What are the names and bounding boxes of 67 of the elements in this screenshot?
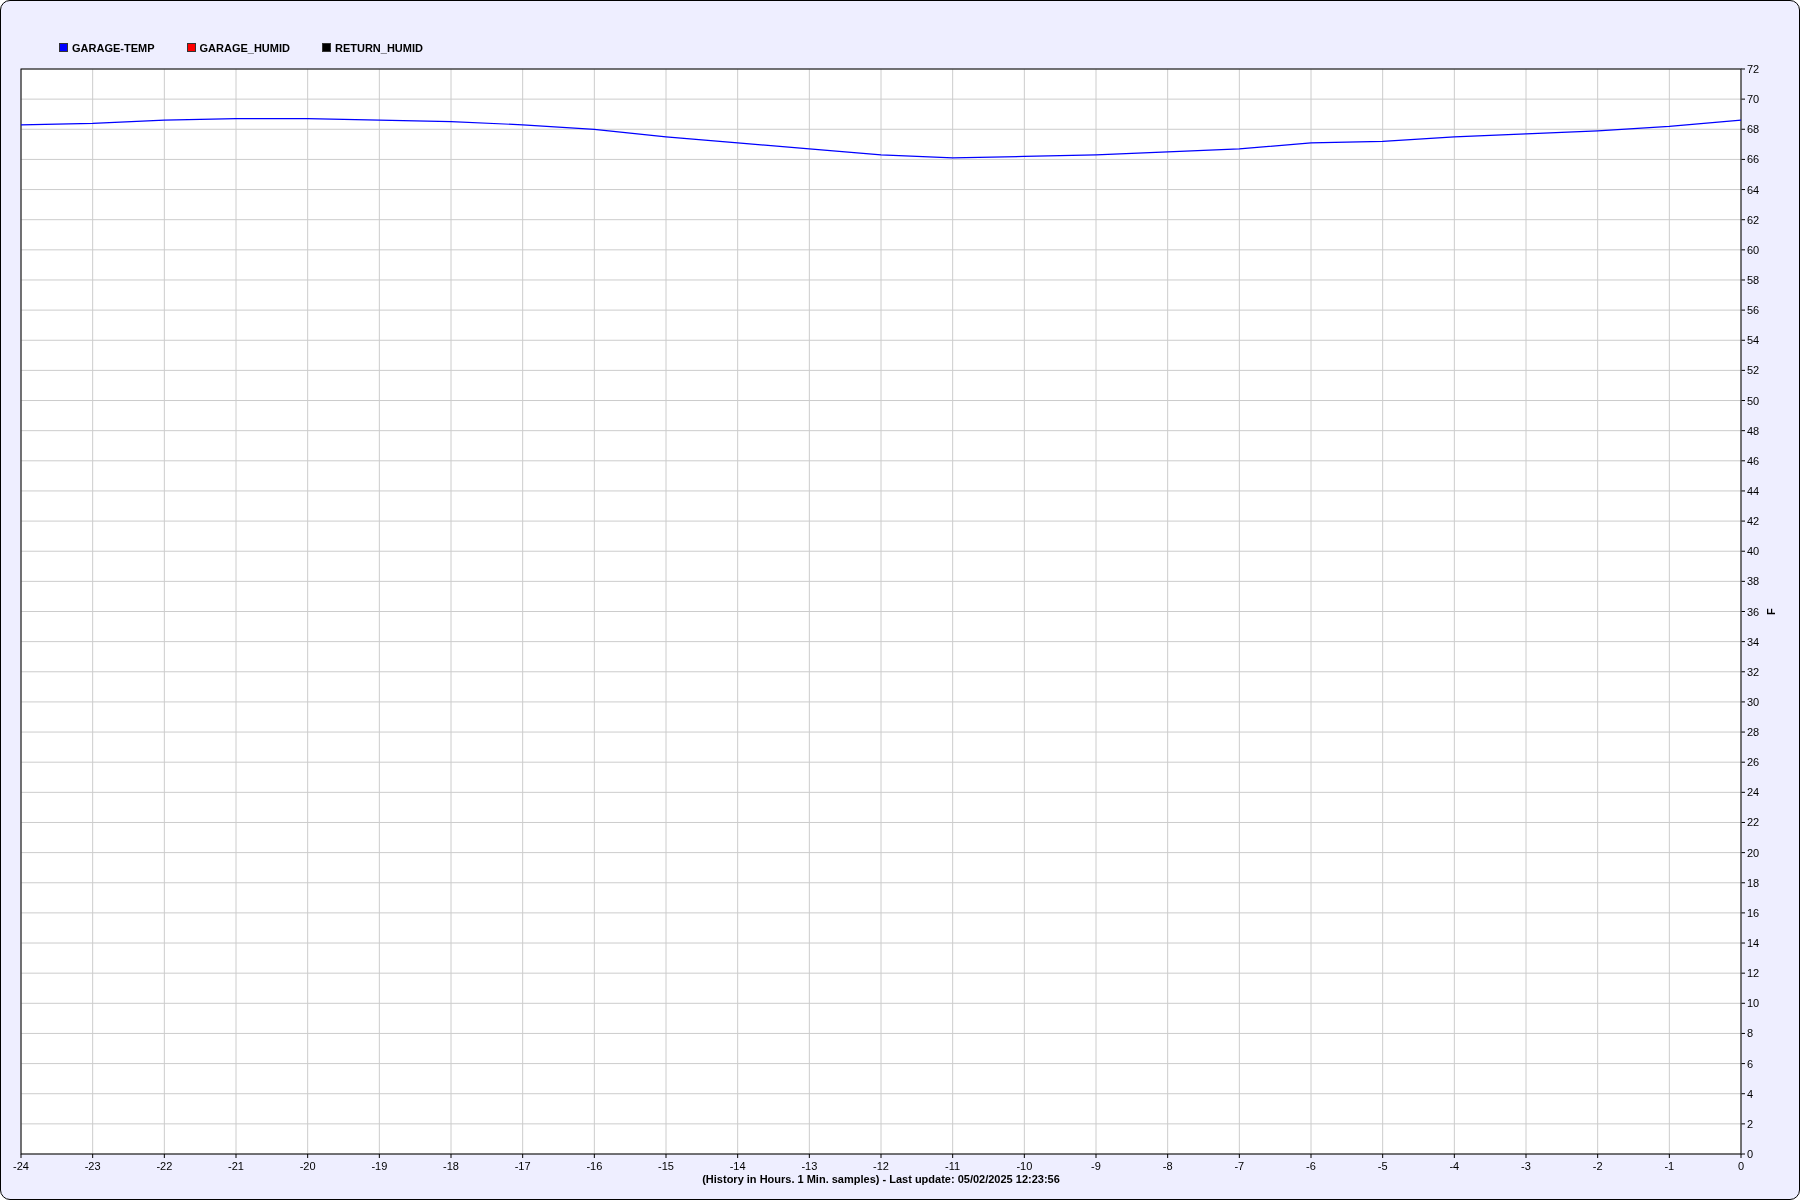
y-axis-label: 36 [1747, 605, 1760, 618]
y-axis-label: 70 [1747, 93, 1760, 106]
y-axis-label: 6 [1747, 1057, 1754, 1070]
y-axis-label: 28 [1747, 726, 1760, 739]
y-axis-label: 4 [1747, 1087, 1754, 1100]
x-axis-label: -10 [1016, 1160, 1033, 1172]
y-axis-label: 8 [1747, 1027, 1754, 1040]
y-axis-label: 0 [1747, 1148, 1754, 1160]
x-axis-label: 0 [1737, 1160, 1745, 1172]
x-axis-label: -21 [228, 1160, 244, 1172]
x-axis-label: -17 [514, 1160, 531, 1172]
y-axis-label: 18 [1747, 876, 1760, 889]
y-axis-label: 56 [1747, 304, 1760, 317]
x-axis-label: -3 [1521, 1160, 1531, 1172]
y-axis-label: 42 [1747, 515, 1760, 528]
y-axis-label: 54 [1747, 334, 1760, 347]
y-axis-label: 58 [1747, 273, 1760, 286]
y-axis-label: 72 [1747, 63, 1760, 75]
x-axis-label: -20 [299, 1160, 316, 1172]
y-axis-label: 46 [1747, 454, 1760, 467]
y-axis-label: 32 [1747, 665, 1760, 678]
y-axis-label: 14 [1747, 937, 1760, 950]
x-axis-label: -5 [1377, 1160, 1388, 1172]
y-axis-label: 48 [1747, 424, 1760, 437]
y-axis-label: 26 [1747, 756, 1760, 769]
x-axis-label: -7 [1234, 1160, 1245, 1172]
legend-label: RETURN_HUMID [334, 41, 423, 54]
y-axis-label: 62 [1747, 213, 1760, 226]
y-axis-label: 38 [1747, 575, 1760, 588]
y-axis-label: 52 [1747, 364, 1760, 377]
y-axis-label: 20 [1747, 846, 1760, 859]
y-axis-label: 24 [1747, 786, 1760, 799]
x-axis-label: -13 [801, 1160, 818, 1172]
x-axis-label: -24 [13, 1160, 29, 1172]
legend-label: GARAGE-TEMP [72, 41, 155, 54]
x-axis-label: -19 [371, 1160, 388, 1172]
y-axis-title: F [1765, 608, 1777, 615]
y-axis-label: 34 [1747, 635, 1760, 648]
x-axis-label: -2 [1592, 1160, 1603, 1172]
y-axis-label: 2 [1747, 1117, 1754, 1130]
y-axis-label: 68 [1747, 123, 1760, 136]
x-axis-label: -11 [945, 1160, 961, 1172]
y-axis-label: 10 [1747, 997, 1760, 1010]
x-axis-label: -23 [84, 1160, 101, 1172]
y-axis-label: 60 [1747, 243, 1760, 256]
x-axis-label: -8 [1162, 1160, 1173, 1172]
y-axis-label: 64 [1747, 183, 1760, 196]
x-axis-label: -22 [156, 1160, 173, 1172]
legend-label: GARAGE_HUMID [199, 41, 290, 54]
x-axis-label: -12 [873, 1160, 889, 1172]
x-axis-label: -9 [1091, 1160, 1101, 1172]
y-axis-label: 30 [1747, 695, 1760, 708]
x-axis-label: -15 [658, 1160, 674, 1172]
y-axis-label: 22 [1747, 816, 1760, 829]
x-axis-title: (History in Hours. 1 Min. samples) - Last update: 05/02/2025 12:23:56 [701, 1173, 1061, 1185]
x-axis-label: -1 [1664, 1160, 1675, 1172]
y-axis-label: 66 [1747, 153, 1760, 166]
x-axis-label: -4 [1449, 1160, 1460, 1172]
x-axis-label: -16 [586, 1160, 603, 1172]
y-axis-label: 16 [1747, 906, 1760, 919]
x-axis-label: -18 [443, 1160, 459, 1172]
y-axis-label: 12 [1747, 967, 1760, 980]
x-axis-label: -6 [1306, 1160, 1316, 1172]
y-axis-label: 44 [1747, 484, 1760, 497]
y-axis-label: 50 [1747, 394, 1760, 407]
y-axis-label: 40 [1747, 545, 1760, 558]
x-axis-label: -14 [729, 1160, 746, 1172]
